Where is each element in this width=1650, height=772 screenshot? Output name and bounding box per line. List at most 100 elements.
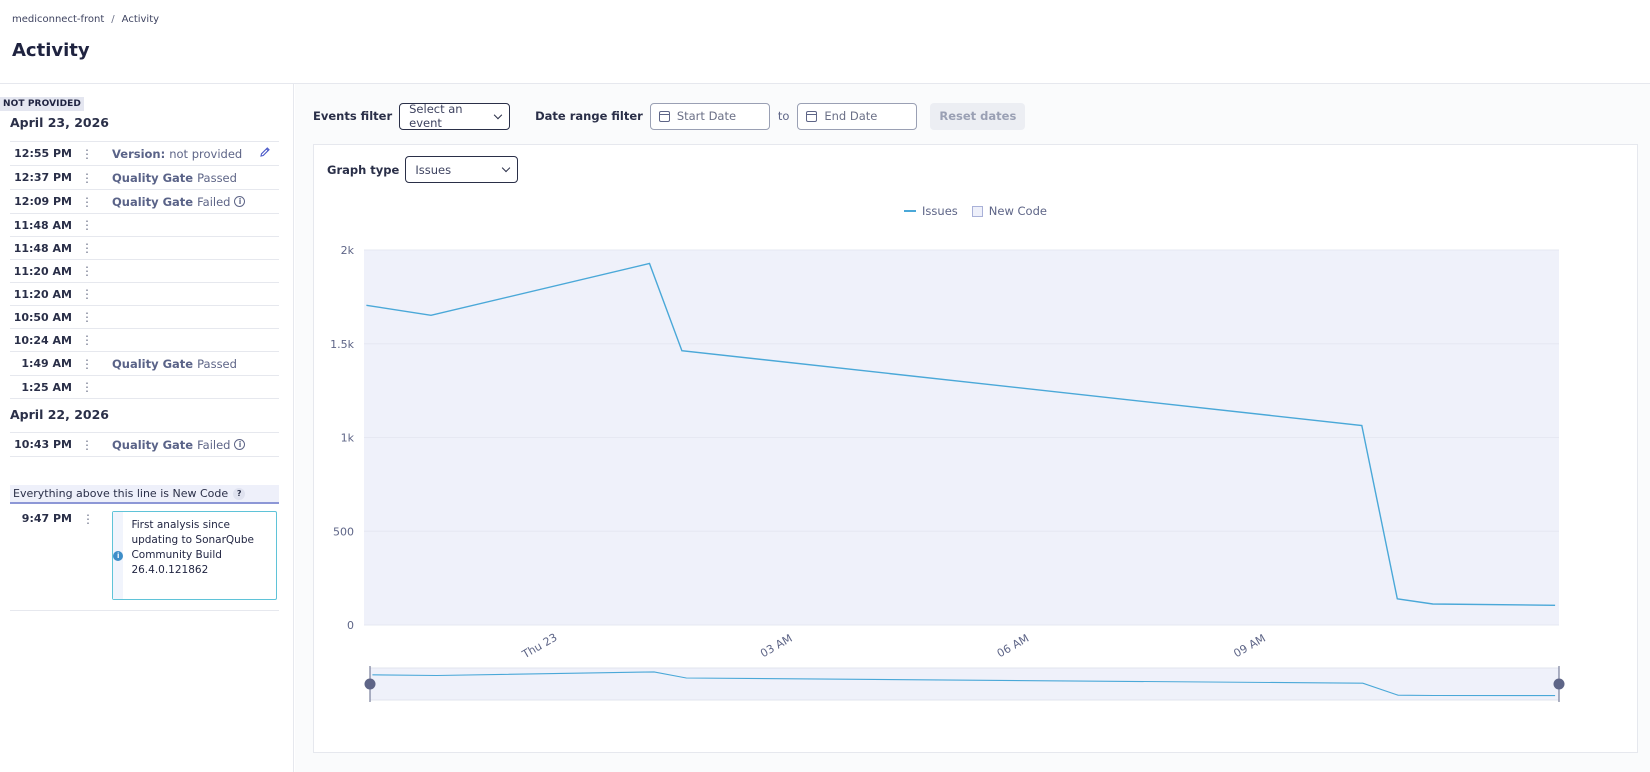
info-icon: i: [113, 550, 124, 561]
first-analysis-text: First analysis since updating to SonarQu…: [131, 519, 254, 576]
row-event: Quality Gate Passed: [112, 171, 237, 185]
row-time: 10:24 AM: [13, 333, 72, 347]
activity-row: 11:48 AM ⋮: [10, 214, 279, 237]
row-menu-icon[interactable]: ⋮: [72, 147, 102, 161]
row-menu-icon[interactable]: ⋮: [72, 171, 102, 185]
x-tick-label: 09 AM: [1231, 632, 1267, 661]
activity-row: 12:37 PM ⋮ Quality Gate Passed: [10, 166, 279, 190]
date-range-label: Date range filter: [535, 109, 643, 123]
chevron-down-icon: [494, 110, 503, 119]
row-time: 11:48 AM: [13, 241, 72, 255]
event-label: Quality Gate: [112, 194, 194, 209]
row-menu-icon[interactable]: ⋮: [72, 264, 102, 278]
events-filter-select[interactable]: Select an event: [399, 102, 511, 130]
x-tick-label: 03 AM: [758, 632, 794, 661]
row-menu-icon[interactable]: ⋮: [72, 287, 102, 301]
brush-handle-right[interactable]: [1553, 678, 1565, 690]
row-time: 12:09 PM: [14, 195, 72, 208]
y-tick-label: 0: [347, 619, 354, 632]
row-menu-icon[interactable]: ⋮: [72, 195, 102, 209]
events-filter-placeholder: Select an event: [409, 102, 463, 130]
activity-row: 12:09 PM ⋮ Quality Gate Failed i: [10, 190, 279, 214]
breadcrumb-separator: /: [111, 14, 115, 25]
row-menu-icon[interactable]: ⋮: [82, 512, 94, 526]
event-value: Failed: [197, 194, 231, 209]
page-title: Activity: [12, 40, 90, 61]
event-value: Failed: [197, 437, 231, 452]
end-date-input[interactable]: End Date: [797, 102, 918, 130]
to-label: to: [777, 109, 790, 123]
start-date-input[interactable]: Start Date: [649, 102, 770, 130]
calendar-icon: [658, 110, 670, 122]
y-tick-label: 1.5k: [330, 338, 354, 351]
row-event: Quality Gate Failed i: [112, 194, 246, 209]
day-heading: April 23, 2026: [10, 115, 109, 130]
row-time: 11:20 AM: [13, 264, 72, 278]
event-label: Quality Gate: [112, 170, 194, 185]
row-time: 12:37 PM: [14, 171, 72, 184]
row-menu-icon[interactable]: ⋮: [72, 310, 102, 324]
issues-chart[interactable]: 0 500 1k 1.5k 2k Thu 23 03 AM 06 AM 09 AM: [314, 145, 1639, 754]
help-icon[interactable]: ?: [233, 487, 246, 500]
calendar-icon: [806, 110, 818, 122]
row-menu-icon[interactable]: ⋮: [72, 241, 102, 255]
day-heading: April 22, 2026: [10, 407, 109, 422]
start-date-placeholder: Start Date: [676, 109, 737, 123]
row-menu-icon[interactable]: ⋮: [72, 438, 102, 452]
graph-card: Graph type Issues Issues New Code 0 500 1k…: [313, 144, 1638, 753]
row-time: 1:25 AM: [21, 380, 72, 394]
row-time: 10:43 PM: [14, 438, 72, 451]
activity-row: 1:25 AM ⋮: [10, 376, 279, 399]
event-value: Passed: [197, 170, 237, 185]
x-tick-label: Thu 23: [519, 631, 559, 662]
breadcrumb-current: Activity: [121, 14, 160, 25]
row-menu-icon[interactable]: ⋮: [72, 218, 102, 232]
row-time: 12:55 PM: [14, 147, 72, 160]
brush-handle-left[interactable]: [364, 678, 376, 690]
new-code-text: Everything above this line is New Code: [13, 487, 229, 500]
version-badge: NOT PROVIDED: [0, 97, 84, 111]
row-event: Quality Gate Passed: [112, 357, 237, 371]
activity-row: 11:20 AM ⋮: [10, 260, 279, 283]
reset-dates-button[interactable]: Reset dates: [930, 102, 1026, 130]
x-tick-label: 06 AM: [995, 632, 1031, 661]
row-time: 9:47 PM: [21, 512, 72, 525]
activity-row: 10:50 AM ⋮: [10, 306, 279, 329]
breadcrumb-project-link[interactable]: mediconnect-front: [12, 14, 104, 25]
row-time: 10:50 AM: [13, 310, 72, 324]
activity-row: 11:20 AM ⋮: [10, 283, 279, 306]
page-header: mediconnect-front / Activity Activity: [0, 0, 1650, 84]
pencil-icon[interactable]: [259, 146, 271, 161]
row-time: 1:49 AM: [21, 357, 72, 370]
zoom-brush-area: [369, 667, 1560, 701]
row-menu-icon[interactable]: ⋮: [72, 333, 102, 347]
main-panel: Events filter Select an event Date range…: [295, 84, 1650, 772]
activity-row: 9:47 PM ⋮ i First analysis since updatin…: [10, 509, 279, 611]
events-filter-label: Events filter: [313, 109, 393, 123]
activity-row: 10:24 AM ⋮: [10, 329, 279, 352]
activity-row: 1:49 AM ⋮ Quality Gate Passed: [10, 352, 279, 376]
new-code-marker: Everything above this line is New Code ?: [10, 485, 279, 504]
filters-bar: Events filter Select an event Date range…: [313, 102, 1026, 130]
info-icon[interactable]: i: [234, 439, 246, 450]
info-icon[interactable]: i: [234, 196, 246, 207]
end-date-placeholder: End Date: [824, 109, 878, 123]
event-value: not provided: [169, 146, 243, 161]
info-band: i: [113, 512, 124, 599]
y-tick-label: 2k: [341, 244, 355, 257]
row-event: Quality Gate Failed i: [112, 437, 246, 452]
row-event: Version: not provided: [112, 147, 242, 161]
event-label: Version:: [112, 146, 166, 161]
row-time: 11:20 AM: [13, 287, 72, 301]
activity-sidebar: NOT PROVIDED April 23, 2026 12:55 PM ⋮ V…: [0, 84, 294, 772]
event-value: Passed: [197, 356, 237, 371]
y-tick-label: 1k: [341, 432, 355, 445]
activity-row: 10:43 PM ⋮ Quality Gate Failed i: [10, 432, 279, 457]
row-menu-icon[interactable]: ⋮: [72, 357, 102, 371]
first-analysis-message: i First analysis since updating to Sonar…: [112, 511, 277, 600]
breadcrumb: mediconnect-front / Activity: [12, 14, 159, 25]
activity-row: 11:48 AM ⋮: [10, 237, 279, 260]
row-menu-icon[interactable]: ⋮: [72, 380, 102, 394]
activity-row: 12:55 PM ⋮ Version: not provided: [10, 141, 279, 166]
y-tick-label: 500: [333, 525, 354, 538]
